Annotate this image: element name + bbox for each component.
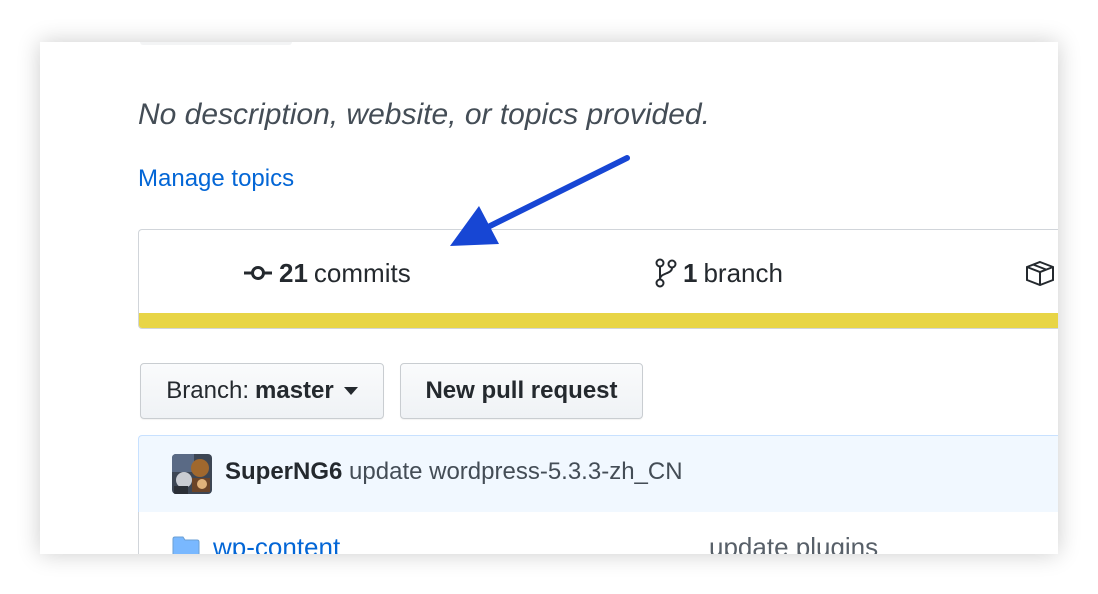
package-icon — [1025, 260, 1055, 286]
repo-summary: 21 commits 1 branch — [138, 229, 1058, 329]
branch-select-button[interactable]: Branch: master — [140, 363, 384, 419]
caret-down-icon — [343, 387, 358, 395]
latest-commit-text: SuperNG6 update wordpress-5.3.3-zh_CN — [225, 458, 683, 486]
avatar[interactable] — [172, 454, 212, 494]
commit-author[interactable]: SuperNG6 — [225, 458, 342, 485]
releases-link[interactable] — [1025, 256, 1055, 290]
repo-page-panel: No description, website, or topics provi… — [40, 42, 1058, 554]
branches-link[interactable]: 1 branch — [655, 256, 783, 290]
branch-prefix: Branch: — [166, 377, 249, 404]
commit-icon — [243, 263, 273, 283]
file-name-link[interactable]: wp-content — [213, 532, 340, 554]
file-commit-message[interactable]: update plugins — [709, 532, 878, 554]
new-pull-request-button[interactable]: New pull request — [400, 363, 643, 419]
branch-name: master — [255, 377, 334, 404]
commits-count: 21 — [279, 257, 308, 288]
commit-message[interactable]: update wordpress-5.3.3-zh_CN — [349, 458, 683, 485]
language-bar — [139, 313, 1058, 328]
repo-description: No description, website, or topics provi… — [138, 98, 710, 131]
top-tab-remnant — [140, 42, 292, 45]
branches-count: 1 — [683, 257, 698, 288]
folder-icon — [172, 536, 200, 554]
commits-link[interactable]: 21 commits — [243, 256, 411, 290]
commits-label: commits — [313, 257, 411, 288]
manage-topics-link[interactable]: Manage topics — [138, 165, 294, 193]
latest-commit-bar: SuperNG6 update wordpress-5.3.3-zh_CN — [138, 435, 1058, 513]
file-row: wp-content update plugins — [138, 512, 1058, 554]
branch-icon — [655, 258, 677, 288]
branches-label: branch — [703, 257, 783, 288]
